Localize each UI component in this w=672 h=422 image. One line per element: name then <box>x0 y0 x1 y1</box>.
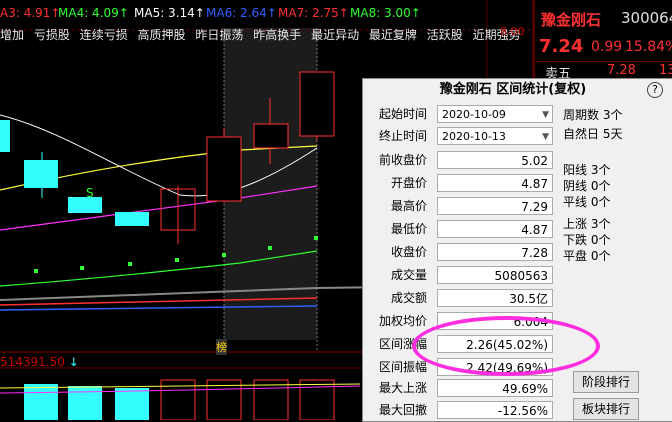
stat-row: 最低价 4.87 <box>363 218 563 240</box>
stock-tags: 增加 亏损股 连续亏损 高质押股 昨日振荡 昨高换手 最近异动 最近复牌 活跃股… <box>0 26 521 42</box>
start-time-label: 起始时间 <box>378 107 427 121</box>
up-count: 上涨 3个 <box>563 217 611 231</box>
ma4-value: MA4: 4.09↑ <box>58 6 129 20</box>
tag-item[interactable]: 昨日振荡 <box>195 28 243 42</box>
chevron-down-icon[interactable]: ▼ <box>542 128 549 146</box>
candle-7 <box>253 123 289 149</box>
ma8-value: MA8: 3.00↑ <box>350 6 421 20</box>
tag-item[interactable]: 亏损股 <box>34 28 70 42</box>
volume-bars <box>0 379 361 420</box>
quote-panel: 豫金刚石 300064 7.24 0.99 15.84% 卖五 7.28 13 <box>534 0 672 82</box>
stat-row: 前收盘价 5.02 <box>363 149 563 171</box>
start-time-select[interactable]: 2020-10-09 ▼ <box>437 105 553 123</box>
stat-row: 最大回撤 -12.56% <box>363 399 563 421</box>
board-marker[interactable]: 榜 <box>216 339 227 355</box>
ma3-value: A3: 4.91↑ <box>0 6 61 20</box>
tag-item[interactable]: 最近复牌 <box>369 28 417 42</box>
stat-row: 开盘价 4.87 <box>363 172 563 194</box>
stock-name: 豫金刚石 <box>541 11 602 29</box>
stat-row: 收盘价 7.28 <box>363 241 563 263</box>
end-time-label: 终止时间 <box>378 129 427 143</box>
natural-days: 自然日 5天 <box>563 127 623 141</box>
tag-item[interactable]: 活跃股 <box>427 28 463 42</box>
candle-1 <box>0 120 10 152</box>
dialog-title: 豫金刚石 区间统计(复权) <box>439 82 587 97</box>
stage-ranking-button[interactable]: 阶段排行 <box>573 371 639 393</box>
price-change-pct: 15.84% <box>625 39 672 55</box>
end-time-row: 终止时间 2020-10-13 ▼ 自然日 5天 <box>363 125 672 147</box>
stat-row: 最高价 7.29 <box>363 195 563 217</box>
volume-value: 514391.50 ↓ <box>0 355 79 369</box>
yang-count: 阳线 3个 <box>563 163 611 177</box>
tag-item[interactable]: 最近异动 <box>311 28 359 42</box>
last-price: 7.24 <box>539 36 584 57</box>
ma6-value: MA6: 2.64↑ <box>206 6 277 20</box>
ma7-value: MA7: 2.75↑ <box>278 6 349 20</box>
tag-item[interactable]: 高质押股 <box>138 28 186 42</box>
unchanged-count: 平盘 0个 <box>563 249 611 263</box>
ask-level-volume: 13 <box>659 63 672 78</box>
highlight-ellipse <box>412 316 600 376</box>
tag-item[interactable]: 昨高换手 <box>253 28 301 42</box>
stat-row: 最大上涨 49.69% <box>363 377 563 399</box>
stat-row: 成交量 5080563 <box>363 264 563 286</box>
ma5-value: MA5: 3.14↑ <box>134 6 205 20</box>
stat-row: 成交额 30.5亿 <box>363 287 563 309</box>
start-time-row: 起始时间 2020-10-09 ▼ 周期数 3个 <box>363 103 672 125</box>
candle-2 <box>24 160 58 188</box>
candle-6 <box>206 136 242 202</box>
price-change: 0.99 <box>591 39 623 55</box>
flat-count: 平线 0个 <box>563 195 611 209</box>
ask-level-price: 7.28 <box>607 63 636 78</box>
candle-4 <box>115 212 149 226</box>
price-axis-top: 8.00 <box>500 25 525 38</box>
period-count: 周期数 3个 <box>563 108 623 122</box>
down-count: 下跌 0个 <box>563 233 611 247</box>
tag-item[interactable]: 增加 <box>0 28 24 42</box>
signal-s-marker: S <box>86 186 94 200</box>
candle-3 <box>68 197 102 213</box>
stock-code: 300064 <box>621 9 672 27</box>
tag-item[interactable]: 连续亏损 <box>80 28 128 42</box>
sector-ranking-button[interactable]: 板块排行 <box>573 398 639 420</box>
end-time-select[interactable]: 2020-10-13 ▼ <box>437 127 553 145</box>
yin-count: 阴线 0个 <box>563 179 611 193</box>
candle-8 <box>299 71 335 137</box>
chevron-down-icon[interactable]: ▼ <box>542 106 549 124</box>
help-icon[interactable]: ? <box>647 82 663 98</box>
